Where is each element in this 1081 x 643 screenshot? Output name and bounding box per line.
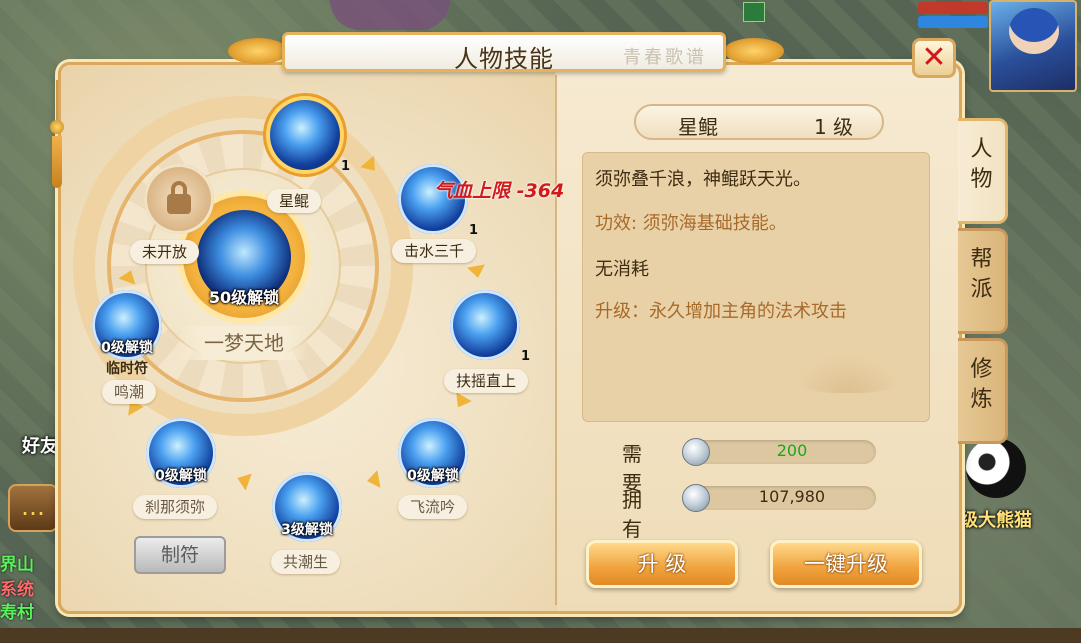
lotus-watermark-icon: [793, 353, 903, 393]
center-unlock-text: 50级解锁: [208, 288, 280, 307]
floating-damage-text: 气血上限 -364: [434, 180, 565, 202]
mp-bar: [918, 16, 988, 28]
silver-coin-icon: [682, 484, 710, 512]
tab-character[interactable]: 人物: [958, 118, 1008, 224]
upgrade-button[interactable]: 升 级: [586, 540, 738, 588]
tab-label: 帮派: [970, 247, 993, 302]
tab-guild[interactable]: 帮派: [958, 228, 1008, 334]
one-click-upgrade-button[interactable]: 一键升级: [770, 540, 922, 588]
spirit-icon: [270, 100, 340, 170]
have-label: 拥有: [622, 488, 642, 541]
selected-skill-level: 1 级: [814, 115, 854, 139]
tab-cultivation[interactable]: 修炼: [958, 338, 1008, 444]
unlock-text: 0级解锁: [407, 468, 459, 484]
selected-skill-header: 星鲲 1 级: [634, 104, 884, 140]
close-icon: ✕: [921, 40, 947, 75]
unlock-text: 0级解锁: [101, 340, 153, 356]
skill-node-label: 击水三千: [392, 239, 477, 263]
ultimate-skill-name: 一梦天地: [178, 326, 310, 360]
window-title-bar: 人物技能 青春歌谱: [282, 32, 726, 73]
chat-line: 界山: [0, 555, 34, 575]
scene-roof: [330, 0, 450, 30]
title-wing-left: [228, 38, 288, 64]
temp-talisman-label: 临时符: [106, 361, 148, 377]
skill-level: 1: [468, 223, 478, 238]
title-ink-decoration: 青春歌谱: [623, 47, 707, 68]
craft-talisman-button[interactable]: 制符: [134, 536, 226, 574]
unlock-text: 3级解锁: [281, 522, 333, 538]
unlock-text: 0级解锁: [155, 468, 207, 484]
skill-node-label: 鸣潮: [102, 380, 157, 404]
wind-icon: [450, 290, 520, 360]
selected-skill-name: 星鲲: [678, 115, 718, 139]
chat-icon[interactable]: …: [8, 484, 58, 532]
skill-cost: 无消耗: [595, 259, 649, 280]
close-button[interactable]: ✕: [912, 38, 956, 78]
panda-npc[interactable]: [966, 438, 1026, 498]
skill-node-feiliu[interactable]: 0级解锁: [398, 418, 468, 488]
skill-node-label: 刹那须弥: [133, 495, 218, 519]
tab-label: 人物: [970, 137, 993, 192]
tab-label: 修炼: [970, 357, 993, 412]
skill-node-gongchao[interactable]: 3级解锁: [272, 472, 342, 542]
chat-line: 系统: [0, 580, 34, 600]
skill-node-label: 扶摇直上: [444, 369, 529, 393]
title-wing-right: [724, 38, 784, 64]
npc-name-label: 级大熊猫: [960, 510, 1032, 531]
skill-description-box: 须弥叠千浪，神鲲跃天光。 功效: 须弥海基础技能。 无消耗 升级：永久增加主角的…: [582, 152, 930, 422]
skill-node-label: 飞流吟: [398, 495, 468, 519]
chat-line: 寿村: [0, 603, 34, 623]
skill-node-mingchao[interactable]: 0级解锁 临时符: [92, 290, 162, 377]
portrait-face: [1009, 8, 1059, 54]
skill-node-label: 共潮生: [271, 550, 341, 574]
skill-upgrade-info: 升级：永久增加主角的法术攻击: [595, 301, 847, 322]
silver-coin-icon: [682, 438, 710, 466]
skill-node-chana[interactable]: 0级解锁: [146, 418, 216, 488]
need-value: 200: [776, 441, 808, 460]
skill-node-xingkun[interactable]: 1: [270, 100, 350, 174]
skill-node-fuyao[interactable]: 1: [450, 290, 530, 364]
skill-node-locked[interactable]: [144, 164, 214, 234]
hp-bar: [918, 2, 988, 14]
skill-effect: 功效: 须弥海基础技能。: [595, 213, 787, 234]
tassel-decoration: [50, 80, 64, 188]
have-value: 107,980: [758, 487, 826, 506]
player-status-bars: [918, 0, 988, 40]
skill-level: 1: [520, 349, 530, 364]
player-portrait[interactable]: [989, 0, 1077, 92]
skill-description: 须弥叠千浪，神鲲跃天光。: [595, 169, 811, 190]
skill-node-label: 星鲲: [267, 189, 322, 213]
scene-item-icon[interactable]: [743, 2, 765, 22]
skill-node-label: 未开放: [130, 240, 200, 264]
skill-level: 1: [340, 159, 350, 174]
bottom-bar: [0, 628, 1081, 643]
friend-label[interactable]: 好友: [22, 432, 58, 458]
